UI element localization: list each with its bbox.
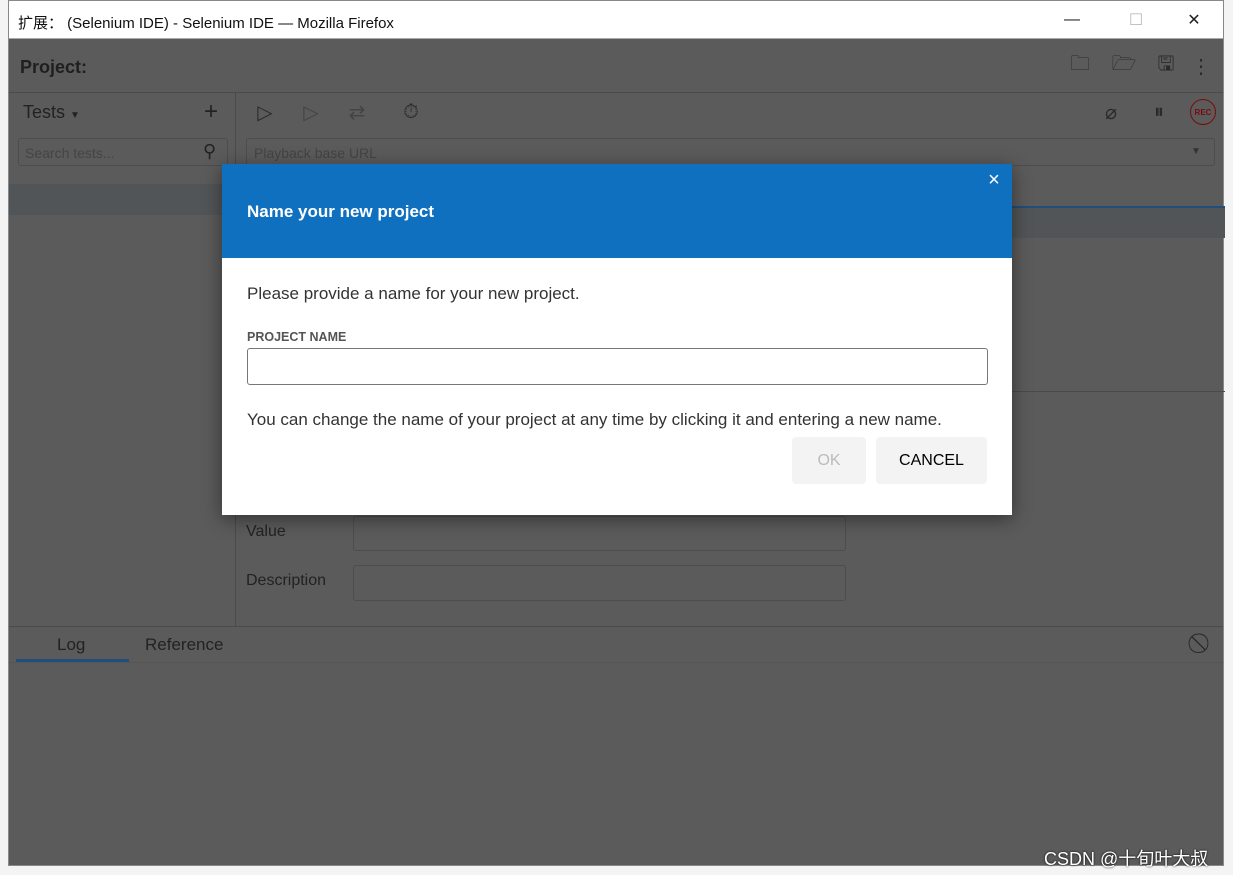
value-input[interactable] bbox=[353, 516, 846, 551]
description-input[interactable] bbox=[353, 565, 846, 601]
record-icon[interactable]: REC bbox=[1190, 99, 1216, 125]
test-row[interactable] bbox=[9, 184, 236, 215]
project-name-input[interactable] bbox=[247, 348, 988, 385]
run-all-icon[interactable]: ▷ bbox=[251, 98, 279, 126]
tab-log[interactable]: Log bbox=[57, 635, 85, 655]
tests-title: Tests bbox=[23, 102, 66, 122]
base-url-input[interactable]: Playback base URL bbox=[246, 138, 1215, 166]
tab-reference[interactable]: Reference bbox=[145, 635, 223, 655]
save-project-icon[interactable]: 🖫 bbox=[1152, 52, 1180, 80]
project-name-label: PROJECT NAME bbox=[247, 330, 347, 344]
open-project-icon[interactable]: 🗁 bbox=[1110, 52, 1138, 80]
project-name[interactable]: Project: bbox=[20, 57, 87, 78]
add-test-button[interactable]: + bbox=[204, 98, 218, 126]
divider bbox=[9, 662, 1223, 663]
project-header: Project: 🗀 🗁 🖫 ⋮ bbox=[9, 39, 1223, 93]
step-icon[interactable]: ⇄ bbox=[343, 98, 371, 126]
tests-panel: Tests ▼ + Search tests... ⚲ bbox=[9, 93, 236, 626]
cancel-button[interactable]: CANCEL bbox=[876, 437, 987, 484]
value-label: Value bbox=[246, 523, 286, 540]
new-project-icon[interactable]: 🗀 bbox=[1066, 52, 1094, 80]
tests-dropdown[interactable]: Tests ▼ bbox=[23, 102, 80, 123]
search-tests-input[interactable]: Search tests... bbox=[18, 138, 228, 166]
console-panel: Log Reference ⃠ bbox=[9, 626, 1223, 867]
close-window-button[interactable]: ✕ bbox=[1179, 9, 1209, 31]
window-title: 扩展： (Selenium IDE) - Selenium IDE — Mozi… bbox=[18, 15, 394, 32]
dialog-prompt: Please provide a name for your new proje… bbox=[247, 284, 580, 303]
pause-icon[interactable]: ⏸ bbox=[1145, 98, 1173, 126]
close-icon[interactable]: × bbox=[982, 168, 1006, 192]
title-bar: 扩展： (Selenium IDE) - Selenium IDE — Mozi… bbox=[9, 1, 1223, 39]
caret-down-icon: ▼ bbox=[70, 110, 80, 121]
new-project-dialog: Name your new project × Please provide a… bbox=[222, 164, 1012, 515]
description-label: Description bbox=[246, 572, 327, 589]
dialog-hint: You can change the name of your project … bbox=[247, 410, 942, 429]
maximize-button[interactable]: ☐ bbox=[1121, 9, 1151, 31]
speed-icon[interactable]: ⏱ bbox=[397, 98, 425, 126]
search-icon: ⚲ bbox=[203, 141, 217, 161]
watermark: CSDN @十旬叶大叔 bbox=[1044, 849, 1209, 869]
run-icon[interactable]: ▷ bbox=[297, 98, 325, 126]
dialog-header: Name your new project × bbox=[222, 164, 1012, 258]
minimize-button[interactable]: — bbox=[1057, 9, 1087, 31]
dialog-title: Name your new project bbox=[247, 202, 435, 221]
caret-down-icon[interactable]: ▼ bbox=[1191, 146, 1201, 157]
ok-button[interactable]: OK bbox=[792, 437, 866, 484]
disable-breakpoints-icon[interactable]: ⌀ bbox=[1097, 98, 1125, 126]
more-icon[interactable]: ⋮ bbox=[1187, 52, 1215, 80]
clear-log-icon[interactable]: ⃠ bbox=[1189, 629, 1217, 657]
